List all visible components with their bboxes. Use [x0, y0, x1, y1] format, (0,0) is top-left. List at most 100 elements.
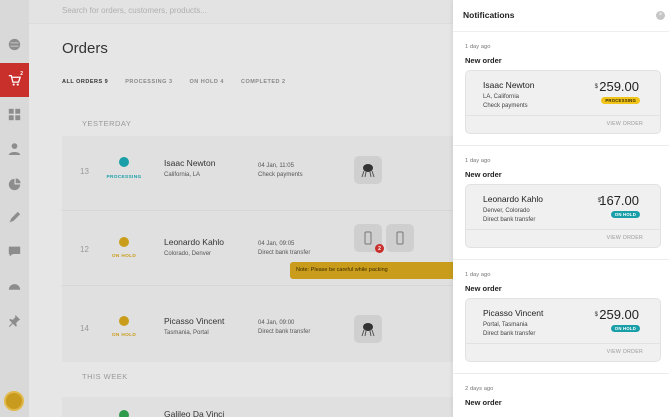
notification-title: New order: [465, 398, 502, 407]
notification-time: 1 day ago: [465, 44, 491, 50]
order-note: Note: Please be careful while packing: [290, 262, 456, 279]
status-label: PROCESSING: [106, 175, 142, 180]
product-thumbnail[interactable]: [354, 315, 382, 343]
customer-name: Galileo Da Vinci: [164, 409, 225, 417]
sidebar-item-speed[interactable]: [0, 269, 29, 303]
order-card[interactable]: Picasso Vincent Portal, Tasmania Direct …: [465, 298, 661, 362]
sidebar: 2: [0, 0, 29, 417]
order-number: 13: [80, 167, 89, 176]
customer-name: Leonardo Kahlo: [164, 237, 225, 247]
card-payment: Check payments: [483, 103, 528, 109]
cart-badge: 2: [20, 71, 23, 77]
customer-location: Colorado, Denver: [164, 251, 212, 257]
card-currency: $: [594, 312, 598, 318]
chat-icon: [8, 246, 21, 256]
order-card[interactable]: Isaac Newton LA, California Check paymen…: [465, 70, 661, 134]
search-bar: [29, 0, 453, 24]
status-badge: ON HOLD: [610, 211, 640, 218]
status-dot: [119, 410, 129, 417]
tab-all-orders[interactable]: ALL ORDERS 9: [62, 79, 108, 85]
notification-item: 1 day ago New order Leonardo Kahlo Denve…: [453, 146, 669, 260]
product-thumbnail[interactable]: 2: [354, 224, 384, 253]
order-date: 04 Jan, 09:00: [258, 320, 295, 326]
section-this-week: THIS WEEK: [82, 372, 128, 381]
sidebar-item-globe[interactable]: [0, 27, 29, 61]
tab-on-hold[interactable]: ON HOLD 4: [190, 79, 224, 85]
card-customer-name: Isaac Newton: [483, 80, 535, 90]
vase-icon: [396, 231, 404, 245]
grid-icon: [8, 108, 21, 120]
product-thumbnail[interactable]: [386, 224, 414, 252]
order-row[interactable]: 14 ON HOLD Picasso Vincent Tasmania, Por…: [62, 286, 462, 361]
tab-processing[interactable]: PROCESSING 3: [125, 79, 172, 85]
tab-completed[interactable]: COMPLETED 2: [241, 79, 286, 85]
card-price: 167.00: [599, 193, 639, 208]
card-location: Denver, Colorado: [483, 208, 530, 214]
panel-header: Notifications ×: [453, 0, 669, 32]
card-divider: [466, 343, 660, 344]
sidebar-item-messages[interactable]: [0, 234, 29, 268]
card-price: 259.00: [599, 307, 639, 322]
status-badge: PROCESSING: [601, 97, 640, 104]
status-dot: [119, 157, 129, 167]
card-payment: Direct bank transfer: [483, 331, 536, 337]
card-price: 259.00: [599, 79, 639, 94]
notification-item: 1 day ago New order Picasso Vincent Port…: [453, 260, 669, 374]
customer-location: Tasmania, Portal: [164, 330, 209, 336]
chair-icon: [361, 323, 375, 337]
page-title: Orders: [62, 40, 108, 57]
pen-icon: [9, 211, 21, 222]
status-badge: ON HOLD: [610, 325, 640, 332]
notification-item: 1 day ago New order Isaac Newton LA, Cal…: [453, 32, 669, 146]
card-customer-name: Leonardo Kahlo: [483, 194, 544, 204]
sidebar-item-design[interactable]: [0, 200, 29, 234]
sidebar-item-dashboard[interactable]: [0, 97, 29, 131]
view-order-link[interactable]: VIEW ORDER: [607, 235, 643, 241]
card-location: LA, California: [483, 94, 520, 100]
order-date: 04 Jan, 11:05: [258, 163, 294, 169]
card-payment: Direct bank transfer: [483, 217, 536, 223]
cart-icon: [8, 74, 21, 86]
card-customer-name: Picasso Vincent: [483, 308, 544, 318]
order-date: 04 Jan, 09:05: [258, 241, 295, 247]
pie-chart-icon: [8, 177, 21, 190]
notification-time: 2 days ago: [465, 386, 494, 392]
notification-item: 2 days ago New order: [453, 374, 669, 417]
notification-title: New order: [465, 170, 502, 179]
view-order-link[interactable]: VIEW ORDER: [607, 349, 643, 355]
notification-title: New order: [465, 56, 502, 65]
avatar[interactable]: [4, 391, 24, 411]
notification-time: 1 day ago: [465, 158, 491, 164]
sidebar-item-reports[interactable]: [0, 167, 29, 201]
notifications-panel: Notifications × 1 day ago New order Isaa…: [453, 0, 669, 417]
customer-name: Isaac Newton: [164, 158, 216, 168]
close-icon[interactable]: ×: [656, 11, 665, 20]
card-location: Portal, Tasmania: [483, 322, 528, 328]
sidebar-item-orders[interactable]: 2: [0, 63, 29, 97]
payment-method: Check payments: [258, 172, 303, 178]
order-row[interactable]: Galileo Da Vinci: [62, 397, 462, 417]
panel-title: Notifications: [463, 10, 515, 20]
order-list: 13 PROCESSING Isaac Newton California, L…: [62, 136, 462, 362]
pin-icon: [8, 314, 21, 327]
thumbnail-count-badge: 2: [375, 244, 384, 253]
order-tabs: ALL ORDERS 9 PROCESSING 3 ON HOLD 4 COMP…: [62, 79, 303, 85]
order-card[interactable]: Leonardo Kahlo Denver, Colorado Direct b…: [465, 184, 661, 248]
search-input[interactable]: [62, 6, 442, 15]
card-currency: $: [594, 84, 598, 90]
notification-title: New order: [465, 284, 502, 293]
sidebar-item-customers[interactable]: [0, 131, 29, 165]
product-thumbnail[interactable]: [354, 156, 382, 184]
sidebar-item-pins[interactable]: [0, 303, 29, 337]
order-number: 14: [80, 324, 89, 333]
globe-icon: [8, 38, 21, 50]
order-row[interactable]: 13 PROCESSING Isaac Newton California, L…: [62, 136, 462, 211]
chair-icon: [361, 164, 375, 178]
payment-method: Direct bank transfer: [258, 250, 311, 256]
payment-method: Direct bank transfer: [258, 329, 311, 335]
card-divider: [466, 229, 660, 230]
view-order-link[interactable]: VIEW ORDER: [607, 121, 643, 127]
lamp-icon: [364, 231, 372, 245]
user-icon: [8, 142, 21, 155]
status-dot: [119, 316, 129, 326]
